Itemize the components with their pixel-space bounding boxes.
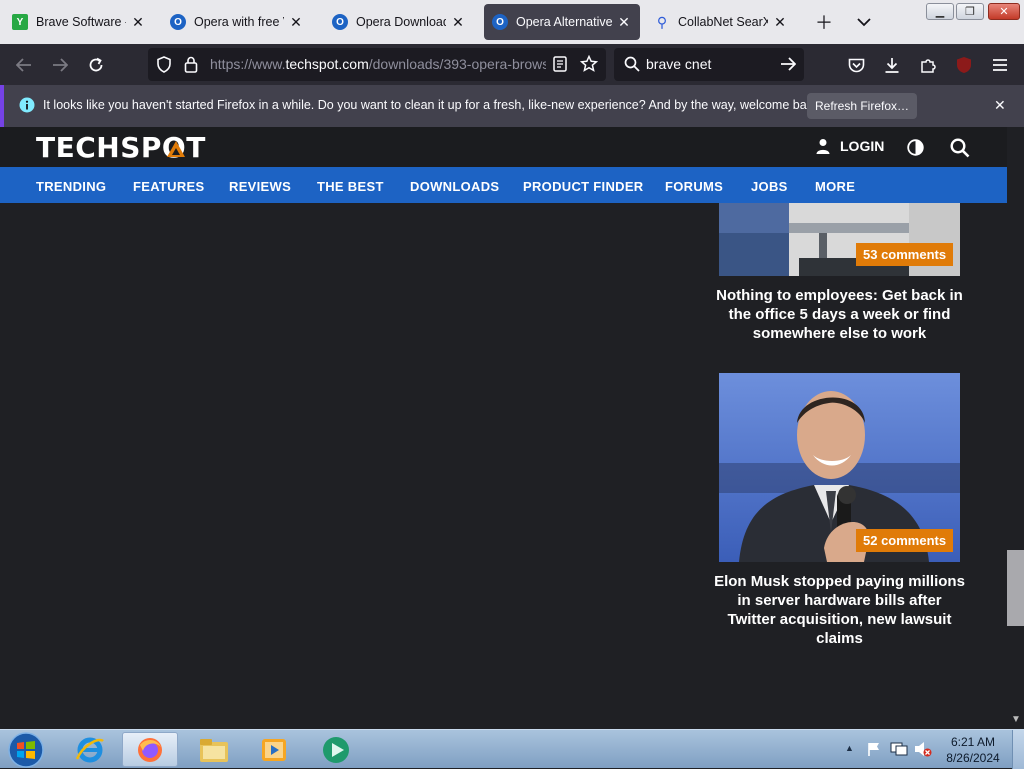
tab-favicon-icon: O bbox=[332, 14, 348, 30]
url-bar[interactable]: https://www.techspot.com/downloads/393-o… bbox=[148, 48, 606, 81]
action-center-flag-icon[interactable] bbox=[866, 741, 882, 762]
url-text[interactable]: https://www.techspot.com/downloads/393-o… bbox=[210, 56, 546, 72]
file-explorer-icon[interactable] bbox=[186, 732, 242, 767]
ublock-icon[interactable] bbox=[951, 52, 977, 78]
network-icon[interactable] bbox=[890, 741, 908, 762]
close-icon[interactable]: ✕ bbox=[450, 14, 466, 31]
pocket-icon[interactable] bbox=[843, 52, 869, 78]
close-icon[interactable]: ✕ bbox=[994, 97, 1006, 114]
close-icon[interactable]: ✕ bbox=[616, 14, 632, 31]
tab-label: Opera Alternatives bbox=[516, 15, 612, 29]
site-menu: TRENDING FEATURES REVIEWS THE BEST DOWNL… bbox=[0, 167, 1007, 203]
tab-opera-download[interactable]: O Opera Download For ✕ bbox=[324, 4, 474, 40]
tab-opera-alternatives[interactable]: O Opera Alternatives ✕ bbox=[484, 4, 640, 40]
back-button[interactable] bbox=[11, 52, 37, 78]
tab-opera-vpn[interactable]: O Opera with free VPN ✕ bbox=[162, 4, 312, 40]
menu-item-features[interactable]: FEATURES bbox=[133, 179, 205, 194]
windows-taskbar: ▲ 6:21 AM 8/26/2024 bbox=[0, 729, 1024, 769]
menu-item-reviews[interactable]: REVIEWS bbox=[229, 179, 291, 194]
media-player-icon[interactable] bbox=[246, 732, 302, 767]
horizontal-scrollbar[interactable]: ▼ bbox=[0, 711, 1024, 729]
comments-badge[interactable]: 53 comments bbox=[856, 243, 954, 266]
menu-item-the-best[interactable]: THE BEST bbox=[317, 179, 384, 194]
lock-icon[interactable] bbox=[184, 56, 198, 78]
search-icon bbox=[624, 56, 640, 77]
show-hidden-icons-icon[interactable]: ▲ bbox=[845, 743, 854, 753]
article-title[interactable]: Nothing to employees: Get back in the of… bbox=[712, 286, 967, 343]
search-input[interactable]: brave cnet bbox=[646, 56, 711, 72]
menu-icon[interactable] bbox=[987, 52, 1013, 78]
close-icon[interactable]: ✕ bbox=[288, 14, 304, 31]
firefox-taskbar-icon[interactable] bbox=[122, 732, 178, 767]
info-icon bbox=[19, 97, 35, 118]
close-icon[interactable]: ✕ bbox=[772, 14, 788, 31]
tab-label: Opera Download For bbox=[356, 15, 446, 29]
reload-button[interactable] bbox=[83, 52, 109, 78]
clock-date: 8/26/2024 bbox=[946, 751, 1000, 765]
article-title[interactable]: Elon Musk stopped paying millions in ser… bbox=[712, 572, 967, 648]
internet-explorer-icon[interactable] bbox=[62, 732, 118, 767]
web-page: TECHSPOT LOGIN TRENDING FEATURES REVIEWS… bbox=[0, 127, 1007, 711]
tab-label: Opera with free VPN bbox=[194, 15, 284, 29]
tab-collabnet-searxng[interactable]: ⚲ CollabNet SearXNG ✕ bbox=[646, 4, 796, 40]
tab-brave-software[interactable]: Y Brave Software - CNET ✕ bbox=[4, 4, 154, 40]
extensions-icon[interactable] bbox=[915, 52, 941, 78]
menu-item-jobs[interactable]: JOBS bbox=[751, 179, 788, 194]
comments-badge[interactable]: 52 comments bbox=[856, 529, 954, 552]
shield-icon[interactable] bbox=[156, 56, 172, 78]
search-bar[interactable]: brave cnet bbox=[614, 48, 804, 81]
windows-logo-icon bbox=[8, 731, 44, 768]
refresh-firefox-button[interactable]: Refresh Firefox… bbox=[807, 93, 917, 119]
start-button[interactable] bbox=[0, 731, 52, 768]
arrow-right-icon[interactable] bbox=[780, 57, 797, 76]
downloads-icon[interactable] bbox=[879, 52, 905, 78]
app-taskbar-icon[interactable] bbox=[308, 732, 364, 767]
login-label: LOGIN bbox=[840, 138, 885, 154]
menu-item-product-finder[interactable]: PRODUCT FINDER bbox=[523, 179, 643, 194]
notification-message: It looks like you haven't started Firefo… bbox=[43, 98, 823, 112]
menu-item-trending[interactable]: TRENDING bbox=[36, 179, 106, 194]
show-desktop-button[interactable] bbox=[1012, 730, 1024, 769]
minimize-button[interactable]: ▁ bbox=[926, 3, 954, 20]
restore-button[interactable]: ❐ bbox=[956, 3, 984, 20]
site-header: TECHSPOT LOGIN bbox=[0, 127, 1007, 167]
url-host: techspot.com bbox=[285, 56, 369, 72]
contrast-icon[interactable] bbox=[907, 139, 924, 161]
taskbar-clock[interactable]: 6:21 AM 8/26/2024 bbox=[940, 734, 1006, 766]
tab-favicon-icon: O bbox=[492, 14, 508, 30]
tab-label: CollabNet SearXNG bbox=[678, 15, 768, 29]
tab-strip: Y Brave Software - CNET ✕ O Opera with f… bbox=[0, 0, 1024, 44]
menu-item-forums[interactable]: FORUMS bbox=[665, 179, 723, 194]
navigation-toolbar: https://www.techspot.com/downloads/393-o… bbox=[0, 44, 1024, 107]
notification-bar: It looks like you haven't started Firefo… bbox=[0, 85, 1024, 127]
logo-mark-icon bbox=[165, 139, 187, 166]
volume-muted-icon[interactable] bbox=[914, 741, 932, 762]
clock-time: 6:21 AM bbox=[950, 735, 996, 749]
tab-favicon-icon: Y bbox=[12, 14, 28, 30]
tab-favicon-icon: O bbox=[170, 14, 186, 30]
chevron-down-icon[interactable] bbox=[851, 9, 877, 35]
menu-item-more[interactable]: MORE bbox=[815, 179, 855, 194]
vertical-scrollbar-thumb[interactable] bbox=[1007, 550, 1024, 626]
user-icon bbox=[816, 139, 830, 154]
close-window-button[interactable]: ✕ bbox=[988, 3, 1020, 20]
tab-label: Brave Software - CNET bbox=[36, 15, 126, 29]
login-button[interactable]: LOGIN bbox=[816, 138, 884, 154]
menu-item-downloads[interactable]: DOWNLOADS bbox=[410, 179, 499, 194]
url-path: /downloads/393-opera-browser.html bbox=[368, 56, 546, 72]
scroll-down-arrow-icon[interactable]: ▼ bbox=[1011, 714, 1021, 725]
forward-button[interactable] bbox=[47, 52, 73, 78]
search-icon: ⚲ bbox=[656, 13, 668, 30]
plus-icon[interactable]: ＋ bbox=[811, 9, 837, 35]
reader-view-icon[interactable] bbox=[553, 56, 567, 77]
search-icon[interactable] bbox=[950, 138, 970, 163]
close-icon[interactable]: ✕ bbox=[130, 14, 146, 31]
star-icon[interactable] bbox=[579, 54, 599, 78]
url-prefix: https://www. bbox=[210, 56, 286, 72]
